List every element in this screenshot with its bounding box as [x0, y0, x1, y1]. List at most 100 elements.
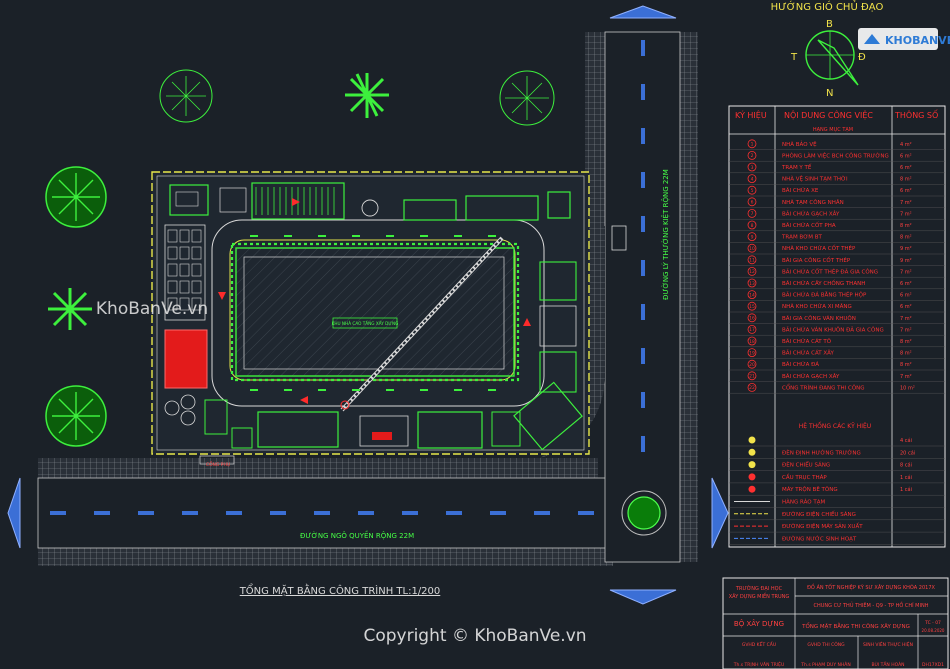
crane-icon: [748, 473, 756, 481]
palm-tree-icon: [345, 73, 389, 118]
legend-symbol-number: 8: [751, 223, 754, 229]
sidewalk-south-horizontal: [38, 548, 613, 566]
legend-system-row: HÀNG RÀO TẠM: [729, 499, 945, 508]
legend-value: 1 cái: [900, 486, 912, 493]
legend-symbol-number: 21: [749, 374, 755, 380]
legend-value: 20 cái: [900, 449, 915, 456]
legend-label: NHÀ KHO CHỨA CỐT THÉP: [782, 244, 856, 252]
legend-symbol-number: 1: [751, 142, 754, 148]
legend-row: 6 NHÀ TẠM CÔNG NHÂN 7 m²: [729, 197, 945, 208]
roundabout-island: [627, 496, 661, 530]
legend-label: BÃI CHỨA XE: [782, 187, 819, 194]
legend-label: BÃI CHỨA CÁT TÔ: [782, 338, 832, 345]
legend-label: CẦU TRỤC THÁP: [782, 473, 827, 481]
drawing-canvas: ĐƯỜNG NGÔ QUYỀN RỘNG 22M ĐƯỜNG LÝ THƯỜNG…: [0, 0, 950, 669]
tb-name-3: BÙI TẤN HOÀN: [871, 660, 904, 668]
legend-row: 15 NHÀ KHO CHỨA XI MĂNG 6 m²: [729, 301, 945, 313]
legend-system-row: CẦU TRỤC THÁP 1 cái: [729, 473, 945, 484]
tree-icon: [159, 69, 213, 123]
mixer-icon: [748, 485, 756, 493]
legend-system-row: ĐÈN CHIẾU SÁNG 8 cái: [729, 461, 945, 471]
light-icon: [748, 448, 756, 456]
legend-value: 6 m²: [900, 153, 912, 159]
legend-value: 4 cái: [900, 437, 912, 444]
legend-value: 8 m²: [900, 223, 912, 229]
legend-value: 8 m²: [900, 351, 912, 357]
legend-symbol-number: 9: [751, 234, 754, 240]
legend-value: 9 m²: [900, 246, 912, 252]
legend-row: 9 TRẠM BƠM BT 8 m²: [729, 232, 945, 243]
legend-label: ĐƯỜNG ĐIỆN MÁY SẢN XUẤT: [782, 522, 863, 530]
tb-project-2: CHUNG CƯ THỦ THIÊM - Q9 - TP HỒ CHÍ MINH: [814, 600, 929, 609]
compass-north: B: [826, 19, 833, 30]
legend-system-row: ĐƯỜNG NƯỚC SINH HOẠT: [729, 535, 945, 545]
legend-system-row: 4 cái: [729, 436, 945, 447]
legend-row: 17 BÃI CHỨA VÁN KHUÔN ĐÃ GIA CÔNG 7 m²: [729, 324, 945, 336]
legend-system-row: ĐƯỜNG ĐIỆN CHIẾU SÁNG: [729, 510, 945, 520]
legend-symbol-number: 16: [749, 316, 755, 322]
legend-label: HÀNG RÀO TẠM: [782, 499, 825, 506]
legend-row: 14 BÃI CHỨA ĐÁ BẰNG THÉP HỘP 6 m²: [729, 290, 945, 301]
legend-row: 18 BÃI CHỨA CÁT TÔ 8 m²: [729, 336, 945, 347]
legend-label: BÃI CHỨA CỐT THÉP ĐÃ GIA CÔNG: [782, 267, 878, 275]
legend-label: BÃI CHỨA ĐÁ: [782, 361, 819, 368]
legend-value: 6 m²: [900, 281, 912, 287]
legend-value: 7 m²: [900, 269, 912, 275]
legend-label: PHÒNG LÀM VIỆC BCH CÔNG TRƯỜNG: [782, 151, 889, 159]
compass-south: N: [826, 88, 833, 99]
legend-row: 3 TRẠM Y TẾ 6 m²: [729, 162, 945, 174]
tb-ministry: BỘ XÂY DỰNG: [734, 619, 784, 628]
legend-label: ĐÈN ĐỊNH HƯỚNG TRƯỜNG: [782, 448, 861, 456]
compass-title: HƯỚNG GIÓ CHỦ ĐẠO: [771, 0, 884, 13]
tb-school-2: XÂY DỰNG MIỀN TRUNG: [729, 592, 790, 600]
legend-value: 8 cái: [900, 462, 912, 469]
brick-storage-red: [164, 329, 208, 389]
legend-value: 6 m²: [900, 293, 912, 299]
legend-label: BÃI CHỨA CÂY CHỐNG THANH: [782, 279, 865, 287]
legend-row: 20 BÃI CHỨA ĐÁ 8 m²: [729, 359, 945, 371]
legend-row: 19 BÃI CHỨA CÁT XÂY 8 m²: [729, 348, 945, 359]
road-arrow-south: [609, 589, 677, 605]
legend-label: BÃI CHỨA VÁN KHUÔN ĐÃ GIA CÔNG: [782, 326, 884, 333]
legend-value: 7 m²: [900, 211, 912, 217]
legend-symbol-number: 11: [749, 258, 755, 264]
legend-value: 7 m²: [900, 374, 912, 380]
legend-row: 16 BÃI GIA CÔNG VÁN KHUÔN 7 m²: [729, 313, 945, 324]
legend-value: 8 m²: [900, 235, 912, 241]
title-block: TRƯỜNG ĐẠI HỌC XÂY DỰNG MIỀN TRUNG ĐỒ ÁN…: [722, 577, 949, 669]
legend-label: TRẠM BƠM BT: [781, 235, 822, 241]
legend-value: 8 m²: [900, 177, 912, 183]
tb-sv: SINH VIÊN THỰC HIỆN: [863, 640, 913, 648]
legend-value: 10 m²: [900, 385, 915, 391]
legend-system-row: MÁY TRỘN BÊ TÔNG 1 cái: [729, 485, 945, 496]
legend-label: BÃI GIA CÔNG CỐT THÉP: [782, 256, 851, 264]
logo-khobanve: KHOBANVE: [858, 28, 950, 50]
tb-name-1: Th.s TRỊNH VĂN TRIỆU: [733, 660, 784, 668]
legend-row: 21 BÃI CHỨA GẠCH XÂY 7 m²: [729, 371, 945, 382]
legend-row: 11 BÃI GIA CÔNG CỐT THÉP 9 m²: [729, 255, 945, 266]
watermark-copyright: Copyright © KhoBanVe.vn: [363, 626, 586, 646]
legend-row: 7 BÃI CHỨA GẠCH XÂY 7 m²: [729, 208, 945, 220]
legend-symbol-number: 2: [751, 153, 754, 159]
legend-row: 13 BÃI CHỨA CÂY CHỐNG THANH 6 m²: [729, 278, 945, 289]
tb-project-1: ĐỒ ÁN TỐT NGHIỆP KỸ SƯ XÂY DỰNG KHÓA 201…: [807, 582, 935, 591]
tb-date: 20.08.2020: [922, 628, 945, 633]
legend-label: ĐƯỜNG ĐIỆN CHIẾU SÁNG: [782, 510, 856, 518]
legend-label: BÃI CHỨA CỐT PHA: [782, 221, 836, 229]
legend-row: 4 NHÀ VỆ SINH TẠM THỜI 8 m²: [729, 174, 945, 185]
plan-title: TỔNG MẶT BẰNG CÔNG TRÌNH TL:1/200: [239, 582, 441, 597]
legend-value: 7 m²: [900, 200, 912, 206]
legend-value: 6 m²: [900, 165, 912, 171]
legend-table: KÝ HIỆU NỘI DUNG CÔNG VIỆC THÔNG SỐ HẠNG…: [728, 105, 946, 548]
legend-label: NHÀ VỆ SINH TẠM THỜI: [782, 175, 848, 183]
legend-label: NHÀ TẠM CÔNG NHÂN: [782, 199, 844, 206]
construction-site: KHU NHÀ CAO TẦNG XÂY DỰNG CỔNG PHỤ: [151, 171, 627, 468]
legend-label: NHÀ KHO CHỨA XI MĂNG: [782, 303, 852, 310]
legend-value: 6 m²: [900, 304, 912, 310]
legend-col-param: THÔNG SỐ: [894, 108, 938, 120]
palm-tree-icon: [48, 288, 92, 330]
tb-school-1: TRƯỜNG ĐẠI HỌC: [735, 585, 783, 592]
legend-value: 9 m²: [900, 258, 912, 264]
sidewalk-north-horizontal: [38, 458, 598, 478]
legend-row: 12 BÃI CHỨA CỐT THÉP ĐÃ GIA CÔNG 7 m²: [729, 266, 945, 278]
